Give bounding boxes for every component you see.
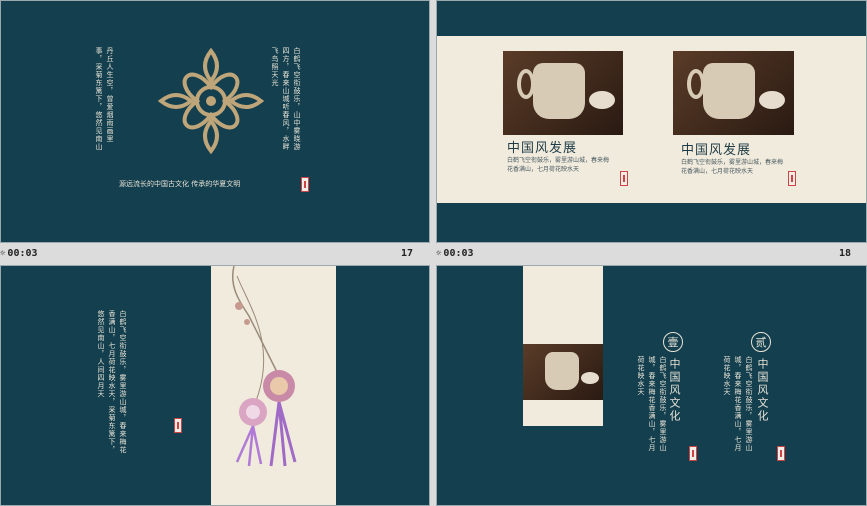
card1-title: 中国风发展 [507, 141, 578, 156]
badge-two: 贰 [751, 332, 771, 352]
red-seal-icon [174, 418, 182, 433]
item2-text: 白鹤飞空衔鼓乐，雾里游山城，春来梅花香满山，七月荷花映水天 [723, 356, 753, 452]
clock-icon: ☼ [0, 249, 6, 259]
slide18-number: 18 [839, 248, 852, 259]
cream-band [437, 36, 866, 203]
card2-text: 白鹤飞空衔鼓乐，雾里游山城，春来梅花香满山，七月荷花映水天 [681, 159, 784, 175]
slide-20-thumbnail[interactable]: 壹 中国风文化 白鹤飞空衔鼓乐，雾里游山城，春来梅花香满山，七月荷花映水天 贰 … [436, 265, 867, 506]
ornament-pattern [157, 47, 265, 155]
slide17-poem-right: 白鹤飞空衔鼓乐，山中雾晓游四方，春来山城听春风，水畔飞鸟照天光 [271, 47, 301, 151]
slide19-poem: 白鹤飞空衔鼓乐，雾里游山城，春来梅花香满山，七月荷花映水天，采菊东篱下，悠然见南… [97, 310, 127, 454]
card2-title: 中国风发展 [681, 143, 752, 158]
slide17-caption: 源远流长的中国古文化 传承的华夏文明 [119, 180, 241, 188]
slide18-timing: ☼ 00:03 [436, 248, 474, 259]
slide-19-thumbnail[interactable]: 白鹤飞空衔鼓乐，雾里游山城，春来梅花香满山，七月荷花映水天，采菊东篱下，悠然见南… [0, 265, 430, 506]
item1-text: 白鹤飞空衔鼓乐，雾里游山城，春来梅花香满山，七月荷花映水天 [637, 356, 667, 452]
red-seal-icon [301, 177, 309, 192]
slide17-poem-left: 丹丘人生空，曾爱烟雨画里事，采菊东篱下，悠然见南山 [95, 47, 114, 151]
slide17-timing: ☼ 00:03 [0, 248, 38, 259]
hanging-ornament-icon [232, 266, 297, 467]
red-seal-icon [788, 171, 796, 186]
clock-icon: ☼ [436, 249, 442, 259]
teapot-photo-1 [503, 51, 623, 135]
red-seal-icon [620, 171, 628, 186]
slide-18-thumbnail[interactable]: 中国风发展 白鹤飞空衔鼓乐，雾里游山城，春来梅花香满山，七月荷花映水天 中国风发… [436, 0, 867, 243]
teapot-photo-3 [523, 344, 603, 400]
slide-17-thumbnail[interactable]: 白鹤飞空衔鼓乐，山中雾晓游四方，春来山城听春风，水畔飞鸟照天光 丹丘人生空，曾爱… [0, 0, 430, 243]
red-seal-icon [689, 446, 697, 461]
red-seal-icon [777, 446, 785, 461]
badge-one: 壹 [663, 332, 683, 352]
slide17-number: 17 [401, 248, 414, 259]
item1-title: 中国风文化 [668, 358, 681, 423]
teapot-photo-2 [673, 51, 794, 135]
item2-title: 中国风文化 [756, 358, 769, 423]
card1-text: 白鹤飞空衔鼓乐，雾里游山城，春来梅花香满山，七月荷花映水天 [507, 157, 610, 173]
